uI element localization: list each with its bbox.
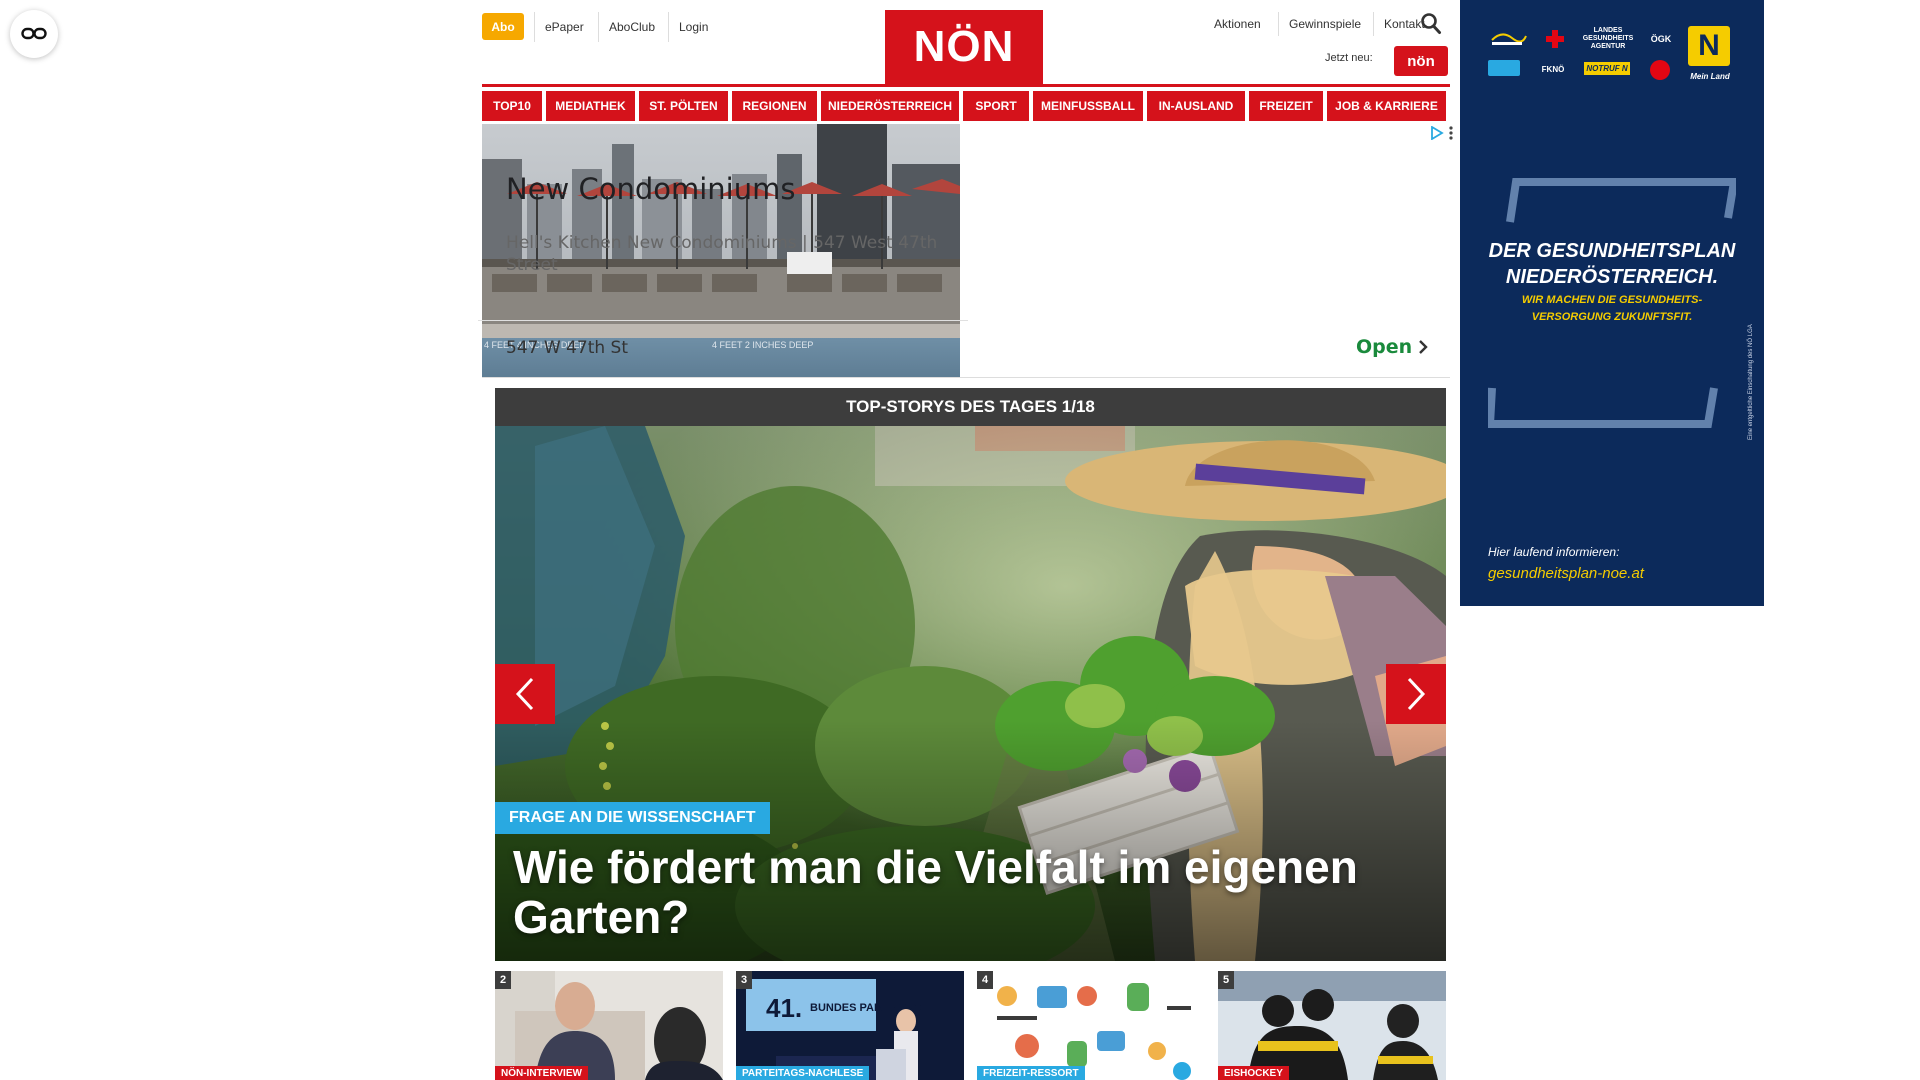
ad-description: Hell's Kitchen New Condominiums | 547 We… bbox=[506, 233, 938, 275]
story-number: 2 bbox=[495, 971, 511, 989]
story-category-badge: FREIZEIT-RESSORT bbox=[977, 1066, 1085, 1080]
epaper-link[interactable]: ePaper bbox=[534, 12, 594, 42]
chevron-left-icon bbox=[515, 677, 534, 711]
story-thumb-5[interactable]: 5 EISHOCKEY bbox=[1218, 971, 1446, 1080]
story-category-badge: NÖN-INTERVIEW bbox=[495, 1066, 588, 1080]
fknoe-logo: FKNÖ bbox=[1541, 64, 1565, 74]
ad-open-button[interactable]: Open bbox=[1356, 336, 1428, 358]
sponsor-badge-icon bbox=[1650, 60, 1670, 80]
nav-item-st-poelten[interactable]: ST. PÖLTEN bbox=[639, 91, 728, 121]
banner-info-label: Hier laufend informieren: bbox=[1488, 545, 1620, 559]
gewinnspiele-link[interactable]: Gewinnspiele bbox=[1278, 12, 1371, 36]
header-divider bbox=[482, 84, 1450, 87]
aboclub-link[interactable]: AboClub bbox=[598, 12, 665, 42]
story-number: 5 bbox=[1218, 971, 1234, 989]
accessibility-toggle-button[interactable] bbox=[10, 10, 58, 58]
landesgesundheitsagentur-logo: LANDES GESUNDHEITS AGENTUR bbox=[1582, 27, 1634, 50]
banner-headline: DER GESUNDHEITSPLAN NIEDERÖSTERREICH. bbox=[1488, 240, 1736, 288]
ad-address[interactable]: 547 W 47th St bbox=[506, 338, 628, 358]
nav-item-job-karriere[interactable]: JOB & KARRIERE bbox=[1327, 91, 1446, 121]
chevron-right-icon bbox=[1419, 340, 1428, 354]
main-navigation: TOP10 MEDIATHEK ST. PÖLTEN REGIONEN NIED… bbox=[482, 91, 1450, 121]
jetzt-neu-label: Jetzt neu: bbox=[1325, 52, 1373, 64]
red-cross-icon bbox=[1540, 28, 1570, 50]
story-thumb-2[interactable]: 2 NÖN-INTERVIEW bbox=[495, 971, 723, 1080]
story-thumb-3[interactable]: 41. BUNDES PARTEITAG 3 PARTEITAGS-NACHLE… bbox=[736, 971, 964, 1080]
chevron-right-icon bbox=[1407, 677, 1426, 711]
banner-disclaimer: Eine entgeltliche Einschaltung des NÖ LG… bbox=[1748, 324, 1754, 440]
nav-item-top10[interactable]: TOP10 bbox=[482, 91, 542, 121]
hero-headline[interactable]: Wie fördert man die Vielfalt im eigenen … bbox=[513, 842, 1413, 942]
banner-subline: WIR MACHEN DIE GESUNDHEITS- VERSORGUNG Z… bbox=[1460, 292, 1764, 326]
adchoices-icon[interactable] bbox=[1430, 125, 1444, 141]
ad-headline[interactable]: New Condominiums bbox=[506, 172, 795, 206]
parteitag-number: 41. bbox=[766, 993, 802, 1023]
story-category-badge: EISHOCKEY bbox=[1218, 1066, 1289, 1080]
nav-item-sport[interactable]: SPORT bbox=[963, 91, 1029, 121]
abo-button[interactable]: Abo bbox=[482, 13, 524, 40]
mein-land-label: Mein Land bbox=[1690, 71, 1730, 81]
oegk-logo: ÖGK bbox=[1650, 34, 1672, 44]
login-link[interactable]: Login bbox=[668, 12, 718, 42]
carousel-next-button[interactable] bbox=[1386, 664, 1446, 724]
non-small-logo bbox=[1488, 60, 1520, 76]
nav-item-freizeit[interactable]: FREIZEIT bbox=[1249, 91, 1323, 121]
gesundheitsplan-banner[interactable]: LANDES GESUNDHEITS AGENTUR ÖGK N Mein La… bbox=[1460, 0, 1764, 606]
glasses-icon bbox=[21, 27, 47, 40]
aktionen-link[interactable]: Aktionen bbox=[1204, 12, 1271, 36]
banner-subline-1: WIR MACHEN DIE GESUNDHEITS- bbox=[1521, 294, 1703, 306]
jetzt-neu-badge[interactable]: nön bbox=[1394, 46, 1448, 76]
nav-item-meinfussball[interactable]: MEINFUSSBALL bbox=[1033, 91, 1143, 121]
carousel-prev-button[interactable] bbox=[495, 664, 555, 724]
story-number: 3 bbox=[736, 971, 752, 989]
banner-subline-2: VERSORGUNG ZUKUNFTSFIT. bbox=[1531, 311, 1693, 323]
pool-depth-text-2: 4 FEET 2 INCHES DEEP bbox=[712, 340, 813, 350]
story-thumb-4[interactable]: 4 FREIZEIT-RESSORT bbox=[977, 971, 1205, 1080]
non-logo[interactable]: NÖN bbox=[885, 10, 1043, 84]
ad-divider bbox=[478, 320, 968, 321]
hero-category-badge[interactable]: FRAGE AN DIE WISSENSCHAFT bbox=[495, 802, 770, 834]
banner-info-url[interactable]: gesundheitsplan-noe.at bbox=[1488, 565, 1644, 582]
nav-item-regionen[interactable]: REGIONEN bbox=[732, 91, 817, 121]
site-header: Abo ePaper AboClub Login NÖN Aktionen Ge… bbox=[482, 0, 1450, 84]
story-category-badge: PARTEITAGS-NACHLESE bbox=[736, 1066, 870, 1080]
story-number: 4 bbox=[977, 971, 993, 989]
nav-item-niederoesterreich[interactable]: NIEDERÖSTERREICH bbox=[821, 91, 959, 121]
nav-item-mediathek[interactable]: MEDIATHEK bbox=[546, 91, 635, 121]
kebab-menu-icon[interactable] bbox=[1449, 126, 1453, 140]
noe-n-logo: N bbox=[1688, 26, 1730, 66]
ad-open-label: Open bbox=[1356, 336, 1413, 358]
top-stories-title: TOP-STORYS DES TAGES 1/18 bbox=[495, 388, 1446, 426]
sponsor-logo-1 bbox=[1488, 28, 1528, 48]
nav-item-in-ausland[interactable]: IN-AUSLAND bbox=[1147, 91, 1245, 121]
notruf-logo: NOTRUF N bbox=[1584, 62, 1630, 75]
search-icon[interactable] bbox=[1420, 12, 1442, 36]
